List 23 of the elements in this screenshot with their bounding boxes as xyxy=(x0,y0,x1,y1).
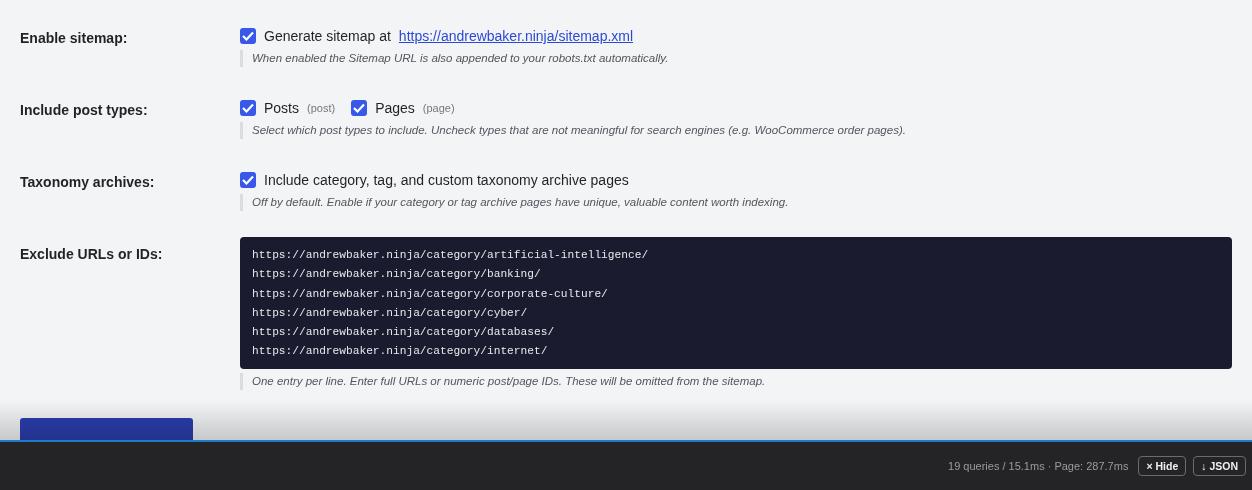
help-text: Off by default. Enable if your category or tag archive pages have unique, valuable content worth indexing. xyxy=(240,194,789,211)
post-type-slug: (post) xyxy=(307,102,336,114)
checkbox[interactable] xyxy=(240,100,256,116)
checkbox[interactable] xyxy=(351,100,368,116)
exclude-urls-field[interactable]: https://andrewbaker.ninja/category/artificial-intelligence/ https://andrewbaker.ninja/category/banking/ https://andrewbaker.ninja/category/corporate-culture/ https://andrewbaker.ninja/category/cyber/ https://andrewbaker.ninja/category/databases/ https://andrewbaker.ninja/category/internet/ xyxy=(240,237,1232,369)
setting-label: Taxonomy archives: xyxy=(20,173,156,192)
post-type-slug: (page) xyxy=(422,102,455,114)
help-text: When enabled the Sitemap URL is also appended to your robots.txt automatically. xyxy=(240,50,669,67)
option-label: Generate sitemap at xyxy=(264,28,391,44)
json-button[interactable]: ↓ JSON xyxy=(1193,456,1246,476)
setting-label: Exclude URLs or IDs: xyxy=(20,245,164,264)
help-text: Select which post types to include. Uncheck types that are not meaningful for search engines (e.g. WooCommerce order pages). xyxy=(240,122,906,139)
sitemap-link[interactable]: https://andrewbaker.ninja/sitemap.xml xyxy=(398,28,634,44)
setting-label: Include post types: xyxy=(20,101,149,120)
option-label: Pages xyxy=(375,100,415,116)
setting-label: Enable sitemap: xyxy=(20,29,129,48)
option-label: Include category, tag, and custom taxonomy archive pages xyxy=(264,172,629,188)
query-stats: 19 queries / 15.1ms · Page: 287.7ms xyxy=(948,460,1129,472)
help-text: One entry per line. Enter full URLs or numeric post/page IDs. These will be omitted from the sitemap. xyxy=(240,373,766,390)
hide-button[interactable]: × Hide xyxy=(1138,456,1187,476)
checkbox[interactable] xyxy=(240,28,256,44)
option-label: Posts xyxy=(264,100,299,116)
checkbox[interactable] xyxy=(240,172,256,188)
